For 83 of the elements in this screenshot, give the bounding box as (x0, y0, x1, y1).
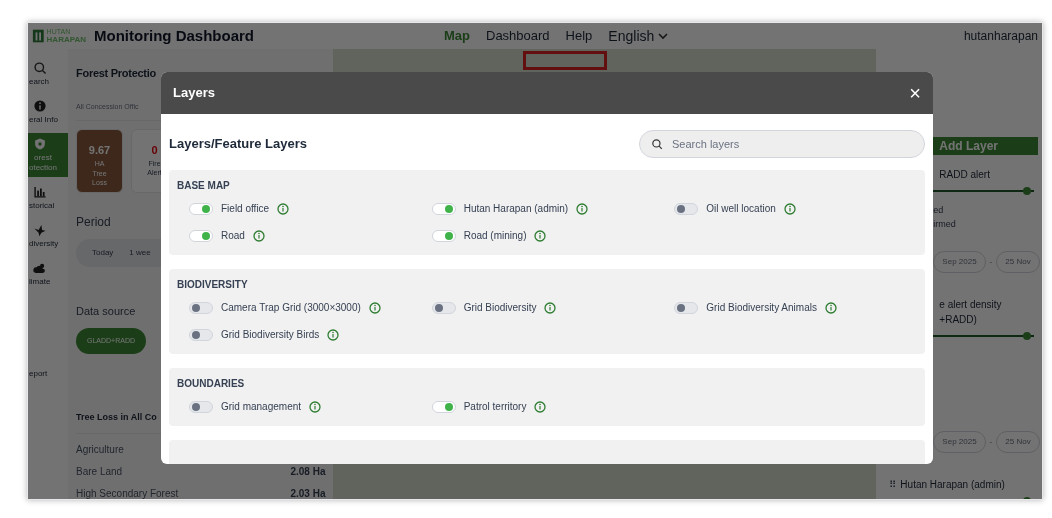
toggle-switch[interactable] (431, 229, 456, 242)
layer-name: Hutan Harapan (admin) (900, 478, 1005, 492)
toggle-switch[interactable] (674, 202, 699, 215)
layer-label: Grid Biodiversity Birds (221, 328, 320, 342)
cloud-sun-icon (33, 261, 47, 275)
info-icon[interactable] (368, 301, 381, 314)
info-icon[interactable] (544, 301, 557, 314)
date-separator: - (989, 256, 993, 268)
table-cell: 2.03 Ha (290, 487, 326, 499)
stat-value: 0 (151, 143, 158, 158)
period-label: Period (76, 214, 111, 231)
search-icon (651, 138, 663, 150)
toggle-switch[interactable] (431, 301, 456, 314)
sidebar-item[interactable]: eport (28, 365, 68, 383)
search-field[interactable]: Search layers (639, 130, 925, 158)
layer-label: Camera Trap Grid (3000×3000) (221, 301, 361, 315)
table-cell: Agriculture (76, 443, 124, 456)
toggle-switch[interactable] (189, 301, 213, 314)
legend-label: irmed (933, 217, 957, 231)
data-source-label: Data source (76, 304, 136, 319)
sidebar-item[interactable]: storical (28, 181, 68, 215)
username: hutanharapan (963, 28, 1038, 45)
drag-handle-icon[interactable]: ⠿ (889, 477, 897, 492)
map-area-outline-icon (523, 51, 608, 70)
chevron-down-icon (658, 32, 669, 40)
language-dropdown[interactable]: English (608, 25, 669, 47)
search-icon (33, 61, 47, 75)
sidebar-item[interactable]: eral Info (28, 95, 68, 129)
info-icon[interactable] (783, 202, 796, 215)
toggle-switch[interactable] (189, 400, 213, 413)
group-title: BOUNDARIES (177, 377, 246, 391)
modal-title: Layers (173, 84, 215, 103)
close-button[interactable]: × (909, 83, 921, 103)
period-option[interactable]: 1 wee (129, 247, 151, 259)
layer-label: Road (221, 229, 245, 243)
info-icon (33, 99, 47, 113)
info-icon[interactable] (534, 229, 547, 242)
sidebar-item[interactable]: earch (28, 57, 68, 91)
app-title: Monitoring Dashboard (94, 25, 255, 46)
legend-label: ed (933, 204, 945, 217)
logo-icon (32, 28, 45, 44)
nav-link[interactable]: Help (565, 26, 593, 46)
info-icon[interactable] (534, 400, 547, 413)
layer-name: RADD alert (938, 168, 991, 182)
period-option[interactable]: Today (92, 247, 114, 259)
group-title: BIODIVERSITY (177, 278, 249, 292)
toggle-switch[interactable] (189, 229, 213, 242)
panel-title: Forest Protectio (76, 66, 156, 81)
bar-chart-icon (33, 185, 47, 199)
toggle-switch[interactable] (189, 328, 213, 341)
nav-link[interactable]: Dashboard (486, 26, 550, 46)
table-cell: High Secondary Forest (76, 487, 179, 499)
logo-text: HARAPAN (46, 36, 86, 44)
info-icon[interactable] (252, 229, 265, 242)
table-cell: 2.08 Ha (290, 465, 326, 478)
sidebar-item[interactable]: limate (28, 257, 68, 291)
layer-name: e alert density +RADD) (938, 298, 1003, 327)
layer-label: Oil well location (706, 202, 776, 216)
layer-label: Road (mining) (463, 229, 527, 243)
toggle-switch[interactable] (431, 400, 456, 413)
layer-label: Grid Biodiversity Animals (706, 301, 817, 315)
layer-label: Grid management (221, 400, 302, 414)
nav-link[interactable]: Map (444, 26, 470, 46)
table-cell: Bare Land (76, 465, 123, 478)
toggle-switch[interactable] (431, 202, 456, 215)
info-icon[interactable] (576, 202, 589, 215)
info-icon[interactable] (327, 328, 340, 341)
section-heading: Layers/Feature Layers (169, 135, 308, 154)
group-title: BASE MAP (177, 179, 231, 193)
toggle-switch[interactable] (674, 301, 699, 314)
date-separator: - (989, 436, 993, 448)
stat-value: 9.67 (88, 143, 111, 158)
info-icon[interactable] (277, 202, 290, 215)
info-icon[interactable] (309, 400, 322, 413)
layer-label: Field office (221, 202, 270, 216)
layer-label: Patrol territory (463, 400, 527, 414)
info-icon[interactable] (824, 301, 837, 314)
shield-icon (33, 137, 47, 151)
sidebar-item[interactable]: diversity (28, 219, 68, 253)
toggle-switch[interactable] (189, 202, 213, 215)
layer-label: Hutan Harapan (admin) (463, 202, 569, 216)
sidebar-item[interactable]: orest otection (28, 133, 68, 177)
layer-label: Grid Biodiversity (463, 301, 537, 315)
